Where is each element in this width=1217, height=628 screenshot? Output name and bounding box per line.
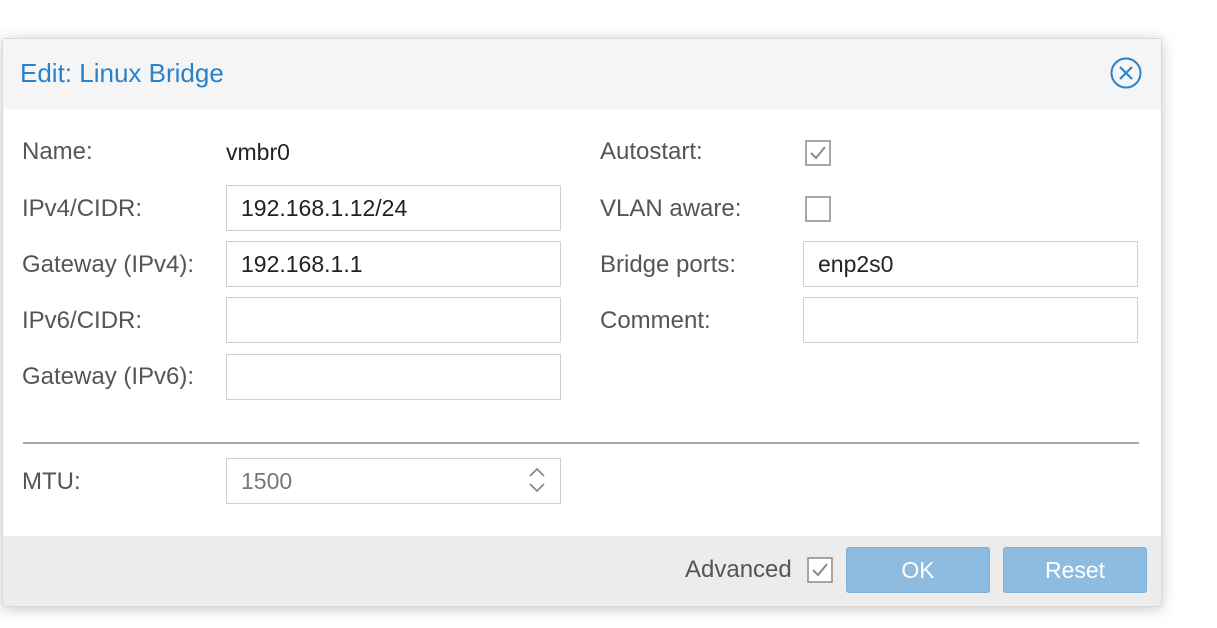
autostart-label: Autostart: bbox=[600, 138, 703, 165]
autostart-checkbox[interactable] bbox=[805, 140, 831, 166]
gateway-ipv6-input[interactable] bbox=[226, 354, 561, 400]
mtu-spinner[interactable] bbox=[526, 463, 548, 497]
comment-input[interactable] bbox=[803, 297, 1138, 343]
ipv4-cidr-label: IPv4/CIDR: bbox=[22, 195, 143, 222]
gateway-ipv6-label: Gateway (IPv6): bbox=[22, 363, 195, 390]
dialog-header: Edit: Linux Bridge bbox=[3, 39, 1161, 109]
close-button[interactable] bbox=[1109, 56, 1143, 90]
gateway-ipv4-input[interactable] bbox=[226, 241, 561, 287]
ipv4-cidr-input[interactable] bbox=[226, 185, 561, 231]
advanced-divider bbox=[23, 442, 1139, 444]
dialog-title: Edit: Linux Bridge bbox=[20, 58, 224, 88]
checkbox-unchecked-icon bbox=[805, 196, 831, 222]
advanced-label: Advanced bbox=[685, 556, 792, 583]
close-circle-icon bbox=[1110, 57, 1142, 89]
dialog-footer: Advanced OK Reset bbox=[3, 536, 1161, 606]
ipv6-cidr-label: IPv6/CIDR: bbox=[22, 307, 143, 334]
bridge-ports-input[interactable] bbox=[803, 241, 1138, 287]
gateway-ipv4-label: Gateway (IPv4): bbox=[22, 251, 195, 278]
edit-linux-bridge-dialog: Edit: Linux Bridge Name: vmbr0 IPv4/CIDR… bbox=[2, 38, 1162, 607]
comment-label: Comment: bbox=[600, 307, 711, 334]
advanced-checkbox[interactable] bbox=[807, 557, 833, 583]
name-value: vmbr0 bbox=[226, 139, 290, 165]
mtu-label: MTU: bbox=[22, 468, 81, 495]
name-label: Name: bbox=[22, 138, 93, 165]
ipv6-cidr-input[interactable] bbox=[226, 297, 561, 343]
checkbox-checked-icon bbox=[807, 557, 833, 583]
vlan-aware-checkbox[interactable] bbox=[805, 196, 831, 222]
ok-button[interactable]: OK bbox=[846, 547, 990, 593]
vlan-aware-label: VLAN aware: bbox=[600, 195, 742, 222]
mtu-input[interactable] bbox=[226, 458, 561, 504]
reset-button[interactable]: Reset bbox=[1003, 547, 1147, 593]
checkbox-checked-icon bbox=[805, 140, 831, 166]
spinner-arrows-icon bbox=[529, 467, 545, 493]
bridge-ports-label: Bridge ports: bbox=[600, 251, 737, 278]
